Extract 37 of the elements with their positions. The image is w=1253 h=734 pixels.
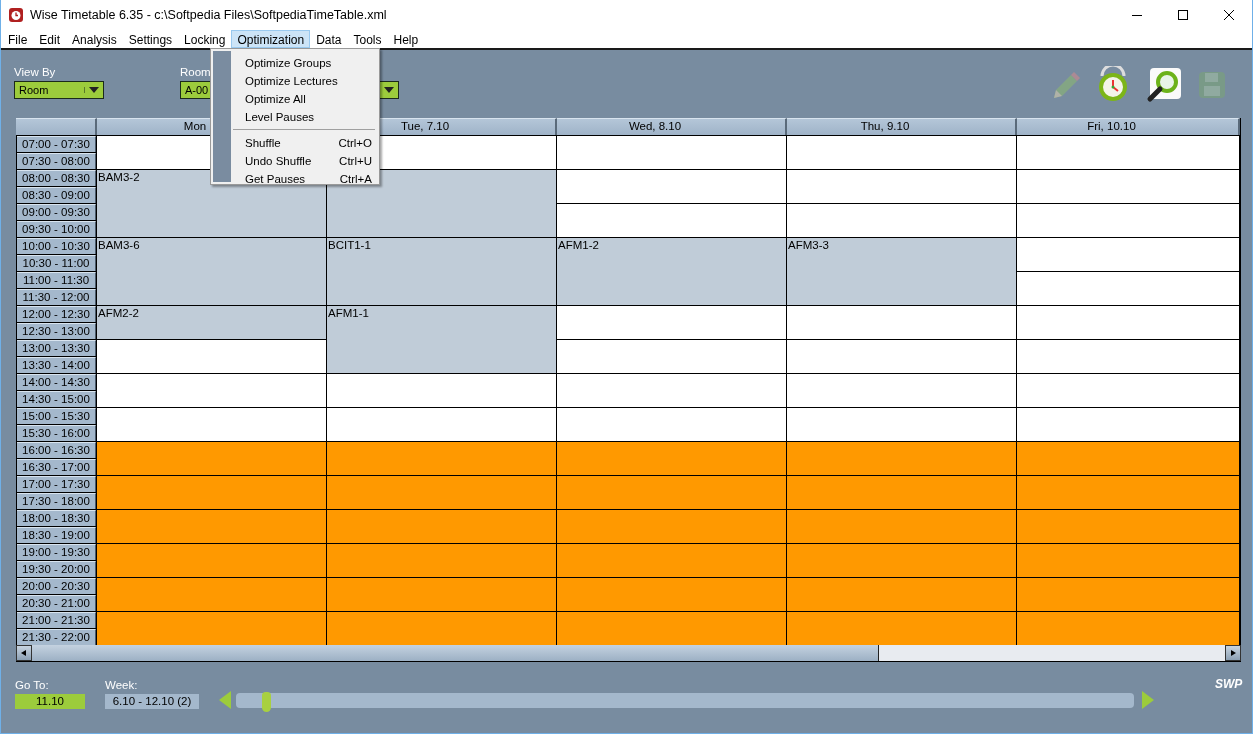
time-slot-label: 16:00 - 16:30 (17, 442, 96, 458)
time-slot-label: 08:00 - 08:30 (17, 170, 96, 186)
time-slot-label: 08:30 - 09:00 (17, 187, 96, 203)
time-slot-label: 15:00 - 15:30 (17, 408, 96, 424)
time-slot-label: 12:30 - 13:00 (17, 323, 96, 339)
brand-label: SWP (1215, 677, 1243, 691)
time-slot-label: 19:30 - 20:00 (17, 561, 96, 577)
time-slot-label: 17:30 - 18:00 (17, 493, 96, 509)
time-slot-label: 09:00 - 09:30 (17, 204, 96, 220)
time-slot-label: 13:30 - 14:00 (17, 357, 96, 373)
time-slot-label: 07:30 - 08:00 (17, 153, 96, 169)
time-slot-label: 11:30 - 12:00 (17, 289, 96, 305)
time-slot-label: 09:30 - 10:00 (17, 221, 96, 237)
time-slot-label: 14:30 - 15:00 (17, 391, 96, 407)
field-label: Go To: (15, 679, 50, 691)
time-slot-label: 21:30 - 22:00 (17, 629, 96, 645)
time-slot-label: 21:00 - 21:30 (17, 612, 96, 628)
time-slot-label: 10:30 - 11:00 (17, 255, 96, 271)
window-title: Wise Timetable 6.35 - c:\Softpedia Files\SoftpediaTimeTable.xml (30, 8, 388, 22)
time-slot-label: 18:00 - 18:30 (17, 510, 96, 526)
time-slot-label: 16:30 - 17:00 (17, 459, 96, 475)
week-field: 6.10 - 12.10 (2) (105, 694, 199, 709)
time-slot-label: 10:00 - 10:30 (17, 238, 96, 254)
time-slot-label: 17:00 - 17:30 (17, 476, 96, 492)
time-slot-label: 18:30 - 19:00 (17, 527, 96, 543)
time-slot-label: 07:00 - 07:30 (17, 136, 96, 152)
time-slot-label: 14:00 - 14:30 (17, 374, 96, 390)
time-slot-label: 20:00 - 20:30 (17, 578, 96, 594)
time-slot-label: 12:00 - 12:30 (17, 306, 96, 322)
time-slot-label: 15:30 - 16:00 (17, 425, 96, 441)
time-slot-label: 20:30 - 21:00 (17, 595, 96, 611)
field-label: View By (14, 66, 57, 78)
field-label: Room (180, 66, 212, 78)
field-label: Week: (105, 679, 139, 691)
time-slot-label: 13:00 - 13:30 (17, 340, 96, 356)
time-slot-label: 19:00 - 19:30 (17, 544, 96, 560)
time-slot-label: 11:00 - 11:30 (17, 272, 96, 288)
